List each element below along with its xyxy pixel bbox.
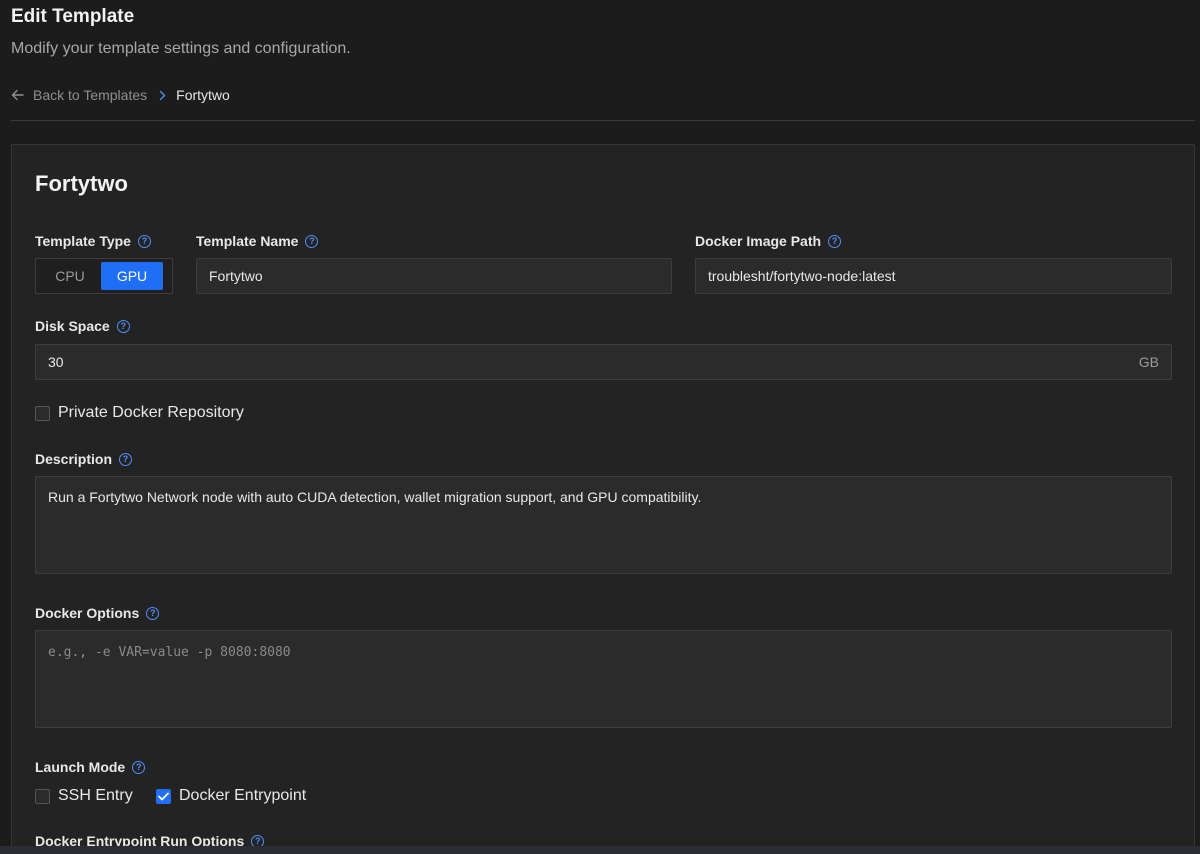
docker-image-label-text: Docker Image Path bbox=[695, 233, 822, 249]
description-textarea[interactable]: Run a Fortytwo Network node with auto CU… bbox=[35, 476, 1172, 574]
template-type-cpu-option[interactable]: CPU bbox=[39, 262, 101, 290]
docker-options-textarea[interactable]: e.g., -e VAR=value -p 8080:8080 bbox=[35, 630, 1172, 728]
question-circle-icon[interactable]: ? bbox=[305, 234, 319, 248]
question-circle-icon[interactable]: ? bbox=[119, 452, 133, 466]
page-title: Edit Template bbox=[11, 6, 135, 27]
template-type-label-text: Template Type bbox=[35, 233, 131, 249]
docker-image-value: troublesht/fortytwo-node:latest bbox=[708, 268, 896, 284]
question-circle-icon[interactable]: ? bbox=[137, 234, 151, 248]
card-title: Fortytwo bbox=[35, 171, 128, 196]
ssh-entry-label: SSH Entry bbox=[58, 787, 133, 804]
disk-space-value: 30 bbox=[48, 354, 64, 370]
disk-space-label: Disk Space ? bbox=[35, 317, 130, 335]
docker-options-label: Docker Options ? bbox=[35, 604, 160, 622]
private-repo-checkbox-row[interactable]: Private Docker Repository bbox=[35, 404, 244, 422]
template-name-label-text: Template Name bbox=[196, 233, 299, 249]
question-circle-icon[interactable]: ? bbox=[116, 319, 130, 333]
question-circle-icon[interactable]: ? bbox=[146, 606, 160, 620]
page-subtitle: Modify your template settings and config… bbox=[11, 40, 351, 57]
disk-space-label-text: Disk Space bbox=[35, 318, 110, 334]
template-type-toggle: CPU GPU bbox=[35, 258, 173, 294]
template-name-label: Template Name ? bbox=[196, 232, 319, 250]
template-form-card: Fortytwo Template Type ? CPU GPU Templat… bbox=[11, 144, 1195, 854]
private-repo-checkbox[interactable] bbox=[35, 405, 50, 421]
ssh-entry-checkbox-row[interactable]: SSH Entry bbox=[35, 787, 133, 805]
template-name-input[interactable]: Fortytwo bbox=[196, 258, 672, 294]
breadcrumb: Back to Templates Fortytwo bbox=[11, 85, 230, 105]
launch-mode-label: Launch Mode ? bbox=[35, 758, 146, 776]
docker-image-input[interactable]: troublesht/fortytwo-node:latest bbox=[695, 258, 1172, 294]
description-label-text: Description bbox=[35, 451, 113, 467]
template-type-label: Template Type ? bbox=[35, 232, 151, 250]
disk-space-input[interactable]: 30 GB bbox=[35, 344, 1172, 380]
docker-entrypoint-label: Docker Entrypoint bbox=[179, 787, 307, 804]
docker-entrypoint-checkbox[interactable] bbox=[156, 788, 171, 804]
chevron-right-icon bbox=[159, 90, 166, 101]
template-type-gpu-option[interactable]: GPU bbox=[101, 262, 163, 290]
template-name-value: Fortytwo bbox=[209, 268, 263, 284]
private-repo-label: Private Docker Repository bbox=[58, 404, 244, 421]
ssh-entry-checkbox[interactable] bbox=[35, 788, 50, 804]
docker-entrypoint-checkbox-row[interactable]: Docker Entrypoint bbox=[156, 787, 306, 805]
bottom-scroll-strip bbox=[0, 846, 1200, 854]
back-link-label: Back to Templates bbox=[33, 87, 148, 103]
checkmark-icon bbox=[158, 792, 169, 800]
description-label: Description ? bbox=[35, 450, 133, 468]
launch-mode-label-text: Launch Mode bbox=[35, 759, 126, 775]
breadcrumb-current: Fortytwo bbox=[176, 87, 230, 103]
question-circle-icon[interactable]: ? bbox=[828, 234, 842, 248]
disk-space-unit: GB bbox=[1138, 354, 1159, 370]
docker-options-placeholder: e.g., -e VAR=value -p 8080:8080 bbox=[48, 645, 291, 660]
description-value: Run a Fortytwo Network node with auto CU… bbox=[48, 489, 702, 505]
docker-image-label: Docker Image Path ? bbox=[695, 232, 842, 250]
question-circle-icon[interactable]: ? bbox=[132, 760, 146, 774]
header-divider bbox=[11, 120, 1195, 121]
docker-options-label-text: Docker Options bbox=[35, 605, 140, 621]
back-to-templates-link[interactable]: Back to Templates bbox=[11, 87, 147, 103]
arrow-left-icon bbox=[11, 89, 24, 101]
